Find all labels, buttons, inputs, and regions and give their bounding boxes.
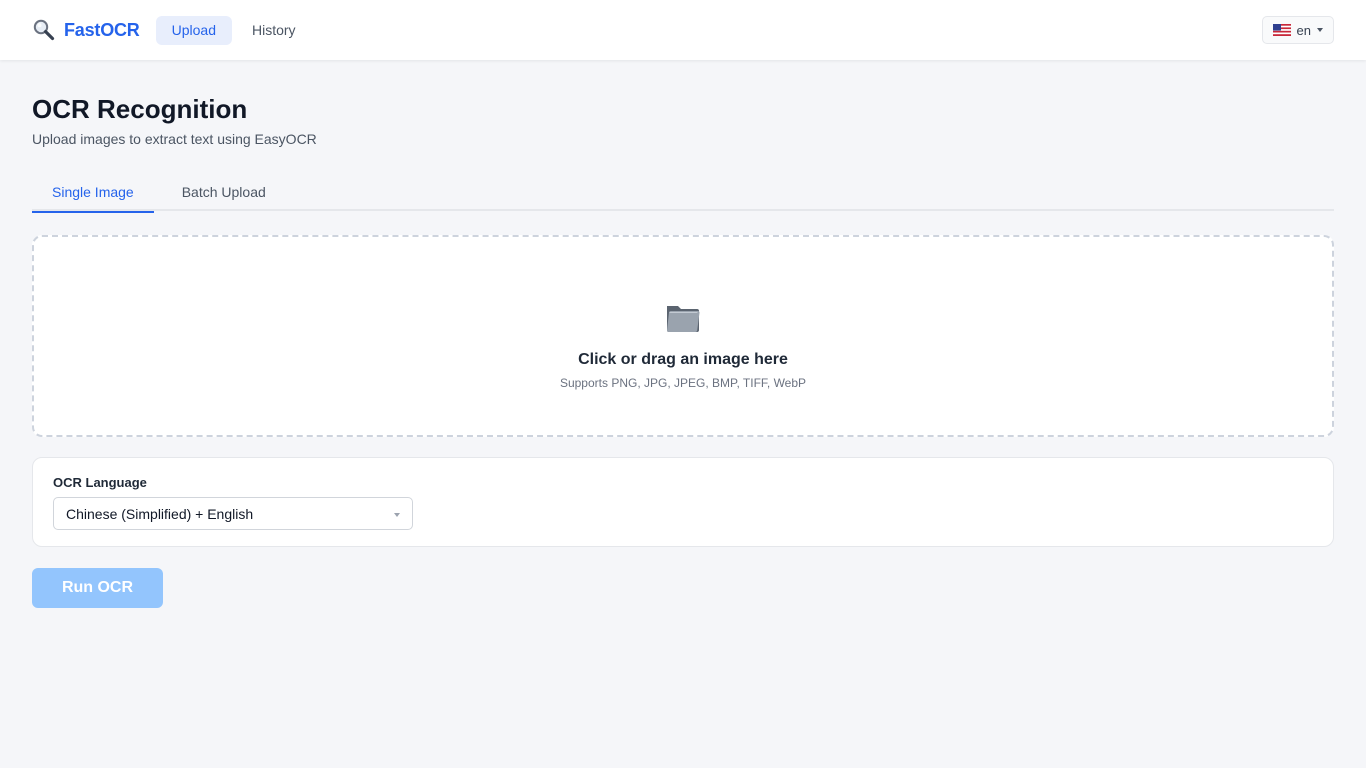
page-subtitle: Upload images to extract text using Easy… xyxy=(32,131,317,147)
dropzone-title: Click or drag an image here xyxy=(578,350,788,368)
ocr-language-value: Chinese (Simplified) + English xyxy=(66,505,254,522)
page-title: OCR Recognition xyxy=(32,94,248,124)
tab-batch-upload[interactable]: Batch Upload xyxy=(162,173,286,211)
tab-single-image[interactable]: Single Image xyxy=(32,173,154,213)
magnifier-icon xyxy=(32,18,56,42)
upload-mode-tabs: Single Image Batch Upload xyxy=(32,173,1334,213)
chevron-down-icon xyxy=(394,512,400,517)
image-dropzone[interactable]: Click or drag an image here Supports PNG… xyxy=(32,235,1334,437)
language-value: en xyxy=(1296,22,1311,38)
main-content: OCR Recognition Upload images to extract… xyxy=(32,60,1334,608)
folder-icon xyxy=(663,297,703,337)
chevron-down-icon xyxy=(1317,28,1323,32)
language-switcher[interactable]: en xyxy=(1261,16,1334,44)
brand-name: FastOCR xyxy=(64,19,140,40)
ocr-language-label: OCR Language xyxy=(53,475,147,490)
nav-upload[interactable]: Upload xyxy=(155,15,232,45)
nav-history[interactable]: History xyxy=(236,16,312,45)
us-flag-icon xyxy=(1272,24,1291,36)
run-ocr-button[interactable]: Run OCR xyxy=(32,568,163,608)
ocr-settings-card: OCR Language Chinese (Simplified) + Engl… xyxy=(32,457,1334,547)
top-navigation-bar: FastOCR Upload History en xyxy=(0,0,1366,60)
brand[interactable]: FastOCR xyxy=(32,18,140,42)
ocr-language-select[interactable]: Chinese (Simplified) + English xyxy=(53,497,413,530)
dropzone-hint: Supports PNG, JPG, JPEG, BMP, TIFF, WebP xyxy=(559,375,807,390)
